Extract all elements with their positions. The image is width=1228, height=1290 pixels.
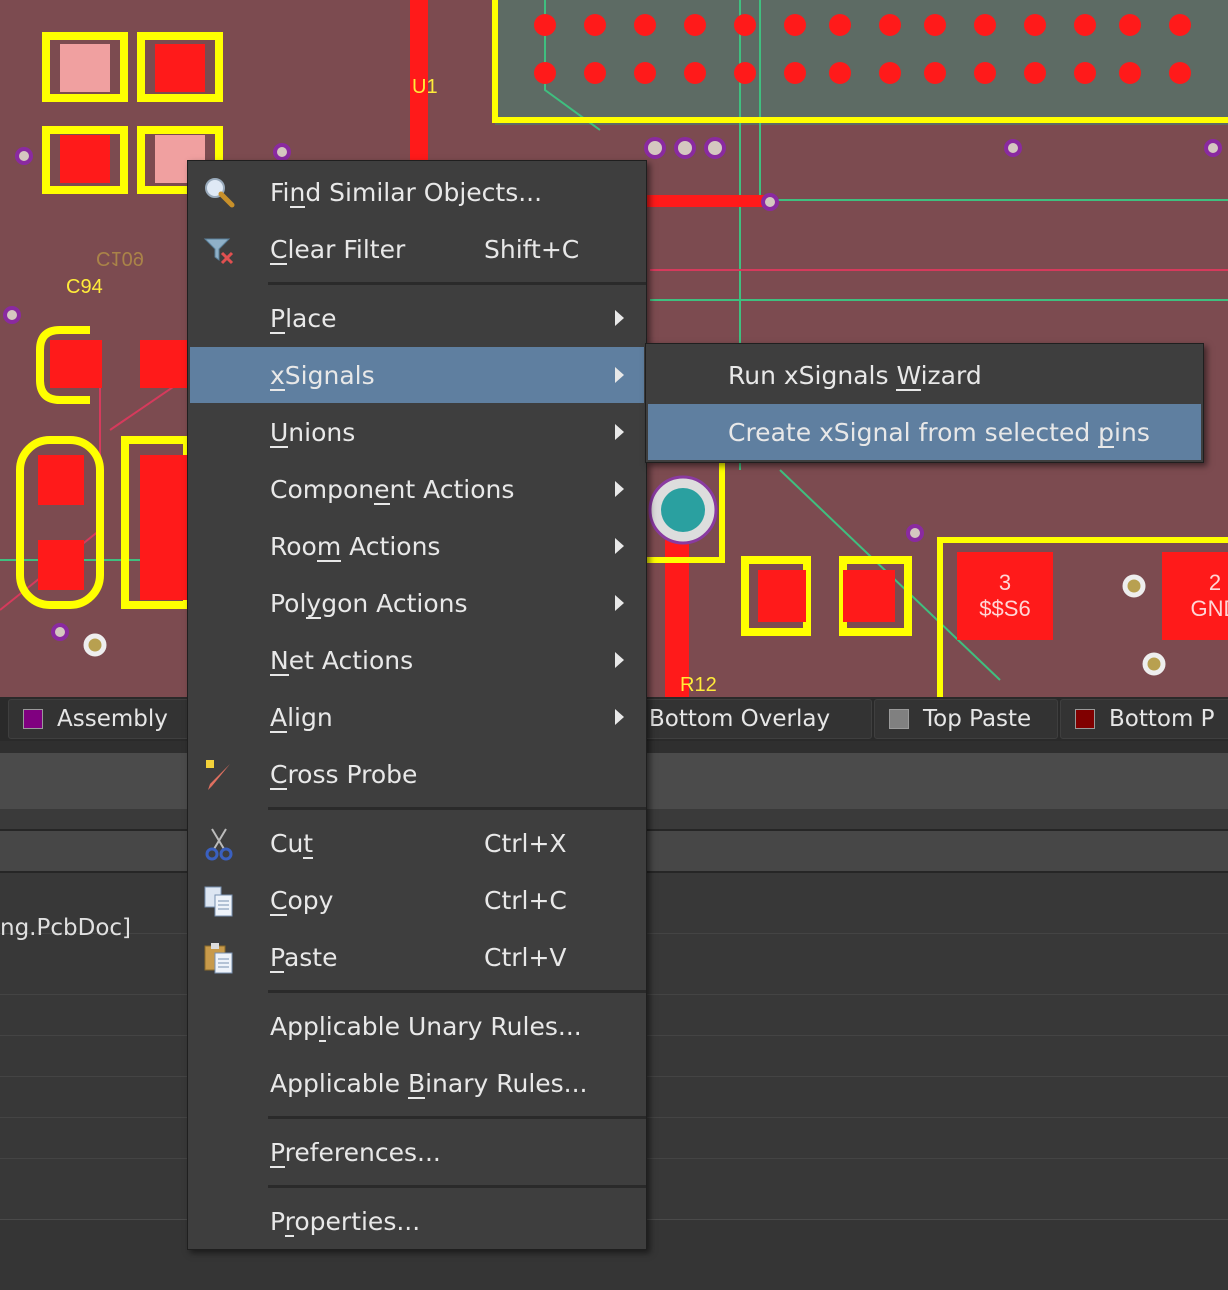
menu-item-label: Run xSignals Wizard <box>728 360 982 390</box>
pcb-designator: C94 <box>66 276 103 298</box>
submenu-arrow-icon <box>615 652 624 668</box>
menu-item-run-xsignals-wizard[interactable]: Run xSignals Wizard <box>648 347 1201 403</box>
menu-item-shortcut: Ctrl+X <box>484 828 567 858</box>
copy-icon <box>202 884 236 918</box>
menu-item-label: Polygon Actions <box>270 588 468 618</box>
pad-net: GND <box>1190 596 1228 621</box>
magnifier-icon <box>202 176 236 210</box>
menu-separator <box>268 1185 646 1188</box>
submenu-arrow-icon <box>615 424 624 440</box>
menu-item-label: Clear Filter <box>270 234 406 264</box>
menu-item-label: Create xSignal from selected pins <box>728 417 1150 447</box>
menu-item-shortcut: Ctrl+C <box>484 885 567 915</box>
menu-item-label: Cross Probe <box>270 759 418 789</box>
menu-item-find-similar-objects[interactable]: Find Similar Objects... <box>190 164 644 220</box>
submenu-arrow-icon <box>615 310 624 326</box>
menu-separator <box>268 807 646 810</box>
menu-separator <box>268 990 646 993</box>
layer-tab-label: Assembly <box>57 706 168 732</box>
menu-item-align[interactable]: Align <box>190 689 644 745</box>
layer-tab-label: Bottom Overlay <box>649 706 831 732</box>
menu-separator <box>268 282 646 285</box>
menu-item-cut[interactable]: Cut Ctrl+X <box>190 815 644 871</box>
context-menu: Find Similar Objects... Clear Filter Shift… <box>187 160 647 1250</box>
menu-item-properties[interactable]: Properties... <box>190 1193 644 1249</box>
menu-item-label: Applicable Binary Rules... <box>270 1068 588 1098</box>
layer-tab-bottom-paste[interactable]: Bottom P <box>1060 699 1228 739</box>
submenu-arrow-icon <box>615 538 624 554</box>
menu-item-label: Cut <box>270 828 314 858</box>
pad-number: 3 <box>998 570 1012 595</box>
menu-item-xsignals[interactable]: xSignals <box>190 347 644 403</box>
menu-item-place[interactable]: Place <box>190 290 644 346</box>
menu-item-label: Align <box>270 702 333 732</box>
pad-number: 2 <box>1208 570 1222 595</box>
menu-item-label: Room Actions <box>270 531 441 561</box>
cross-probe-icon <box>202 758 236 792</box>
menu-item-label: Place <box>270 303 337 333</box>
menu-item-applicable-binary-rules[interactable]: Applicable Binary Rules... <box>190 1055 644 1111</box>
pad-label: 2GND <box>1185 570 1228 622</box>
pcb-designator: U1 <box>412 76 438 98</box>
menu-item-room-actions[interactable]: Room Actions <box>190 518 644 574</box>
menu-item-label: Applicable Unary Rules... <box>270 1011 582 1041</box>
menu-separator <box>268 1116 646 1119</box>
menu-item-label: Properties... <box>270 1206 421 1236</box>
menu-item-copy[interactable]: Copy Ctrl+C <box>190 872 644 928</box>
layer-color-swatch <box>1075 709 1095 729</box>
menu-item-create-xsignal-from-selected-pins[interactable]: Create xSignal from selected pins <box>648 404 1201 460</box>
layer-color-swatch <box>23 709 43 729</box>
menu-item-label: xSignals <box>270 360 375 390</box>
submenu-arrow-icon <box>615 595 624 611</box>
layer-tab-bottom-overlay[interactable]: Bottom Overlay <box>620 699 872 739</box>
pad-net: $$S6 <box>979 596 1031 621</box>
menu-item-shortcut: Shift+C <box>484 234 580 264</box>
layer-tab-top-paste[interactable]: Top Paste <box>874 699 1058 739</box>
xsignals-submenu: Run xSignals Wizard Create xSignal from s… <box>645 343 1204 463</box>
menu-item-label: Paste <box>270 942 338 972</box>
clear-filter-icon <box>202 233 236 267</box>
menu-item-polygon-actions[interactable]: Polygon Actions <box>190 575 644 631</box>
layer-tab-assembly[interactable]: Assembly <box>8 699 210 739</box>
pcb-designator-bottom: C109 <box>96 247 144 269</box>
submenu-arrow-icon <box>615 367 624 383</box>
menu-item-preferences[interactable]: Preferences... <box>190 1124 644 1180</box>
menu-item-applicable-unary-rules[interactable]: Applicable Unary Rules... <box>190 998 644 1054</box>
menu-item-label: Net Actions <box>270 645 414 675</box>
layer-tab-label: Top Paste <box>923 706 1032 732</box>
menu-item-paste[interactable]: Paste Ctrl+V <box>190 929 644 985</box>
submenu-arrow-icon <box>615 709 624 725</box>
menu-item-net-actions[interactable]: Net Actions <box>190 632 644 688</box>
paste-icon <box>202 941 236 975</box>
document-name[interactable]: ng.PcbDoc] <box>0 915 131 941</box>
scissors-icon <box>202 827 236 861</box>
menu-item-label: Unions <box>270 417 356 447</box>
layer-color-swatch <box>889 709 909 729</box>
layer-tab-label: Bottom P <box>1109 706 1215 732</box>
menu-item-label: Component Actions <box>270 474 515 504</box>
pad-label: 3 $$S6 <box>957 570 1053 622</box>
menu-item-label: Preferences... <box>270 1137 441 1167</box>
menu-item-label: Find Similar Objects... <box>270 177 543 207</box>
menu-item-shortcut: Ctrl+V <box>484 942 567 972</box>
menu-item-unions[interactable]: Unions <box>190 404 644 460</box>
menu-item-component-actions[interactable]: Component Actions <box>190 461 644 517</box>
menu-item-cross-probe[interactable]: Cross Probe <box>190 746 644 802</box>
pcb-designator: R12 <box>680 674 717 696</box>
menu-item-label: Copy <box>270 885 334 915</box>
submenu-arrow-icon <box>615 481 624 497</box>
menu-item-clear-filter[interactable]: Clear Filter Shift+C <box>190 221 644 277</box>
